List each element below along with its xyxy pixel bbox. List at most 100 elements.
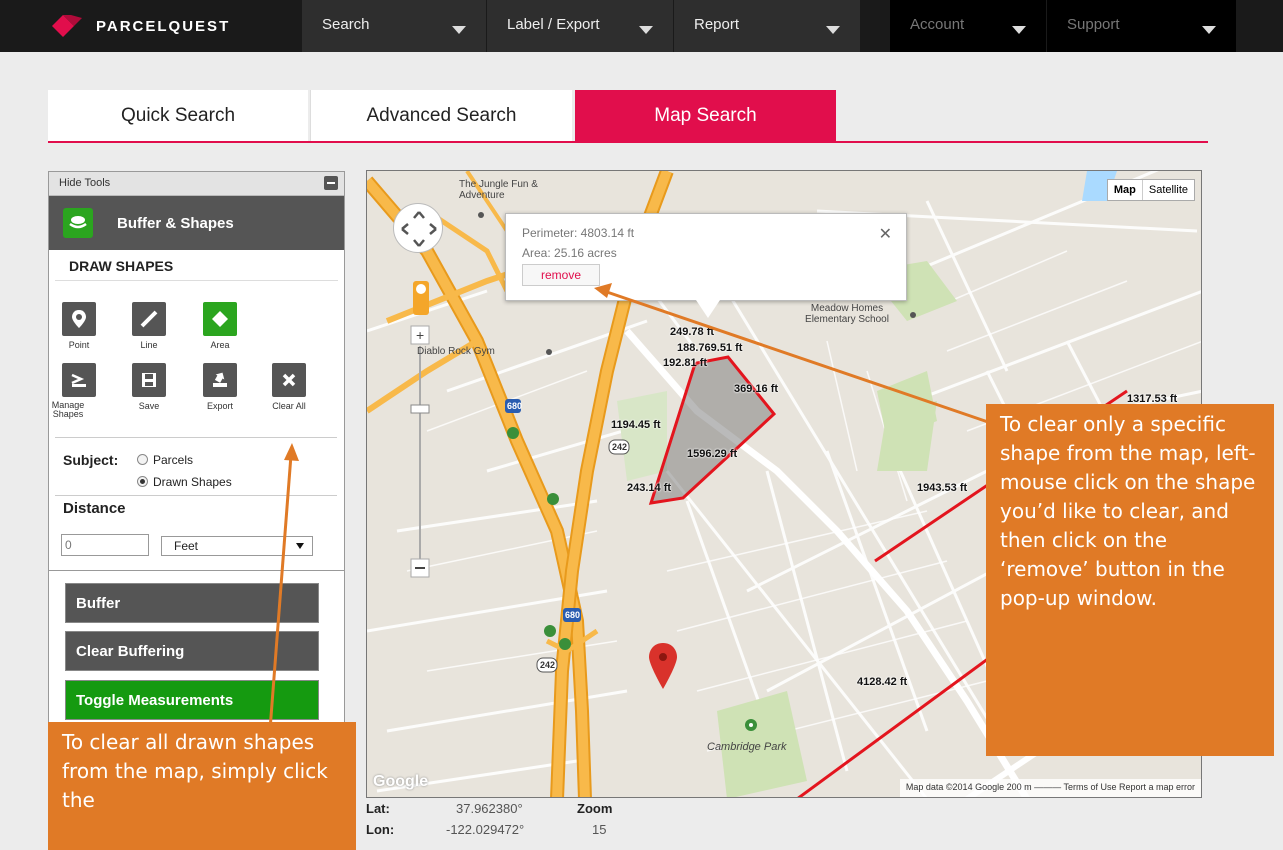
minimize-icon[interactable] (324, 176, 338, 190)
close-icon[interactable]: ✕ (879, 224, 892, 244)
divider (55, 495, 337, 496)
save-icon (132, 363, 166, 397)
line-icon (132, 302, 166, 336)
subject-drawn-shapes-label: Drawn Shapes (153, 475, 232, 489)
chevron-down-icon (296, 543, 304, 549)
chevron-down-icon (1012, 26, 1026, 34)
tool-manage-shapes-label: Manage Shapes (51, 400, 85, 419)
pan-control[interactable] (393, 203, 443, 253)
place-label: Diablo Rock Gym (417, 346, 495, 357)
callout-clear-all: To clear all drawn shapes from the map, … (48, 722, 356, 850)
export-icon (203, 363, 237, 397)
callout-remove-shape: To clear only a specific shape from the … (986, 404, 1274, 756)
measurement-label: 1596.29 ft (687, 448, 738, 460)
popup-area: Area: 25.16 acres (522, 246, 617, 260)
toggle-measurements-button[interactable]: Toggle Measurements (65, 680, 319, 720)
close-icon (272, 363, 306, 397)
map-attribution[interactable]: Map data ©2014 Google 200 m ——— Terms of… (899, 779, 1201, 797)
measurement-label: 1194.45 ft (611, 419, 661, 431)
tool-line-label: Line (140, 340, 158, 350)
logo-icon (52, 15, 82, 37)
zoom-out-button[interactable] (411, 559, 429, 577)
buffer-shapes-header[interactable]: Buffer & Shapes (49, 196, 344, 250)
map-type-control: Map Satellite (1106, 179, 1195, 201)
subject-parcels-label: Parcels (153, 453, 194, 467)
nav-account[interactable]: Account (890, 0, 1046, 52)
tool-point-button[interactable]: Point (53, 302, 105, 350)
measurement-label: 369.16 ft (734, 383, 779, 395)
svg-text:680: 680 (565, 610, 580, 620)
tool-point-label: Point (68, 340, 90, 350)
polygon-icon (203, 302, 237, 336)
tab-map-search[interactable]: Map Search (575, 90, 836, 142)
lat-value: 37.962380° (456, 801, 523, 816)
nav-support-label: Support (1067, 16, 1120, 33)
tool-save-button[interactable]: Save (123, 363, 175, 411)
tool-area-button[interactable]: Area (194, 302, 246, 350)
unit-select-value: Feet (174, 539, 199, 553)
svg-text:242: 242 (540, 660, 555, 670)
distance-input[interactable] (61, 534, 149, 556)
manage-shapes-icon (62, 363, 96, 397)
zoom-value: 15 (592, 822, 607, 837)
place-label: The Jungle Fun & Adventure (459, 179, 538, 201)
zoom-in-button[interactable] (411, 326, 429, 344)
google-logo: Google (373, 773, 429, 790)
tool-save-label: Save (138, 401, 160, 411)
nav-support[interactable]: Support (1047, 0, 1236, 52)
lon-label: Lon: (366, 822, 395, 837)
chevron-down-icon (639, 26, 653, 34)
svg-text:242: 242 (612, 442, 627, 452)
parcelquest-logo[interactable]: PARCELQUEST (52, 10, 230, 42)
measurement-label: 192.81 ft (663, 357, 708, 369)
draw-shapes-heading: DRAW SHAPES (55, 250, 338, 281)
street-view-pegman-icon[interactable] (412, 281, 428, 315)
nav-account-label: Account (910, 16, 965, 33)
lat-label: Lat: (366, 801, 390, 816)
hide-tools-label: Hide Tools (59, 177, 111, 189)
chevron-down-icon (826, 26, 840, 34)
shape-info-popup: ✕ Perimeter: 4803.14 ft Area: 25.16 acre… (505, 213, 907, 318)
map-type-satellite-button[interactable]: Satellite (1143, 180, 1194, 200)
place-label: Meadow Homes Elementary School (805, 303, 889, 325)
zoom-label: Zoom (577, 801, 613, 816)
remove-shape-button[interactable]: remove (522, 264, 601, 286)
nav-label-export-label: Label / Export (507, 16, 600, 33)
tool-line-button[interactable]: Line (123, 302, 175, 350)
clear-buffering-button[interactable]: Clear Buffering (65, 631, 319, 671)
nav-label-export[interactable]: Label / Export (487, 0, 673, 52)
hide-tools-bar[interactable]: Hide Tools (49, 172, 344, 196)
subject-label: Subject: (63, 452, 119, 468)
tool-panel: Hide Tools Buffer & Shapes DRAW SHAPES P… (48, 171, 345, 771)
tool-clear-all-button[interactable]: Clear All (263, 363, 315, 411)
tool-export-button[interactable]: Export (194, 363, 246, 411)
tool-manage-shapes-button[interactable]: Manage Shapes (51, 363, 105, 419)
map-pin-icon (62, 302, 96, 336)
section-title: Buffer & Shapes (117, 214, 234, 232)
unit-select[interactable]: Feet (161, 536, 313, 556)
tab-advanced-search[interactable]: Advanced Search (310, 90, 572, 142)
place-label: Cambridge Park (707, 741, 787, 753)
measurement-label: 1943.53 ft (917, 482, 968, 494)
tool-area-label: Area (210, 340, 230, 350)
layers-icon (63, 208, 93, 238)
measurement-label: 188.769.51 ft (677, 342, 743, 354)
nav-search-label: Search (322, 16, 370, 33)
nav-report[interactable]: Report (674, 0, 860, 52)
popup-perimeter: Perimeter: 4803.14 ft (522, 226, 635, 240)
tab-map-search-label: Map Search (654, 105, 757, 126)
divider (49, 570, 344, 571)
subject-drawn-shapes-radio[interactable] (137, 476, 148, 487)
subject-parcels-radio[interactable] (137, 454, 148, 465)
map-type-map-button[interactable]: Map (1108, 180, 1143, 200)
nav-report-label: Report (694, 16, 740, 33)
zoom-slider-handle[interactable] (411, 405, 429, 413)
lon-value: -122.029472° (446, 822, 525, 837)
buffer-button[interactable]: Buffer (65, 583, 319, 623)
pan-arrows-icon (401, 211, 437, 247)
tab-quick-search-label: Quick Search (120, 105, 236, 126)
tab-quick-search[interactable]: Quick Search (48, 90, 308, 142)
top-nav-bar: PARCELQUEST Search Label / Export Report… (0, 0, 1283, 52)
nav-search[interactable]: Search (302, 0, 486, 52)
svg-text:680: 680 (507, 401, 522, 411)
